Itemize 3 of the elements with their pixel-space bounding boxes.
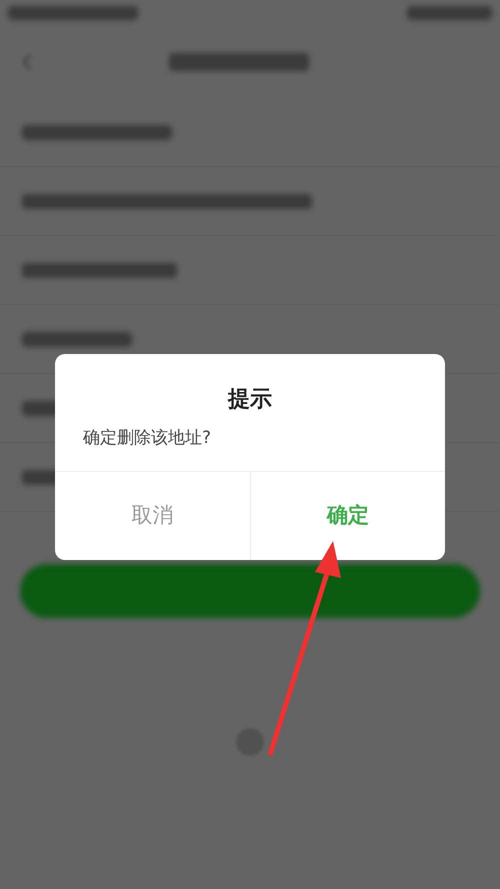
dialog-message: 确定删除该地址? — [83, 428, 212, 448]
cancel-button[interactable]: 取消 — [55, 472, 250, 560]
dialog-title: 提示 — [228, 386, 272, 414]
